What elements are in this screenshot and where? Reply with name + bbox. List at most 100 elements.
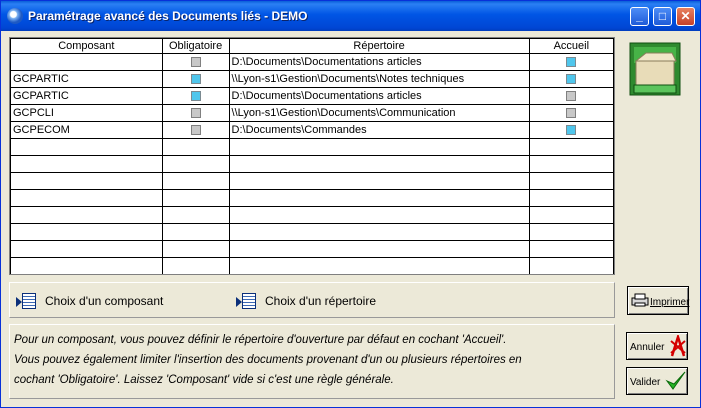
obligatoire-checkbox[interactable] <box>190 57 201 68</box>
choice-buttons-panel: Choix d'un composant Choix d'un répertoi… <box>9 282 615 318</box>
accueil-checkbox[interactable] <box>566 74 577 85</box>
choose-component-button[interactable]: Choix d'un composant <box>16 292 163 310</box>
composant-cell[interactable] <box>10 155 163 173</box>
repertoire-cell[interactable] <box>228 206 530 224</box>
obligatoire-cell[interactable] <box>161 104 230 122</box>
window-title: Paramétrage avancé des Documents liés - … <box>28 9 308 23</box>
table-row[interactable]: GCPECOM D:\Documents\Commandes <box>10 121 614 139</box>
repertoire-cell[interactable]: D:\Documents\Documentations articles <box>228 53 530 71</box>
composant-cell[interactable] <box>10 189 163 207</box>
obligatoire-cell[interactable] <box>161 70 230 88</box>
table-row[interactable]: D:\Documents\Documentations articles <box>10 53 614 71</box>
title-bar[interactable]: Paramétrage avancé des Documents liés - … <box>1 1 700 31</box>
repertoire-cell[interactable] <box>228 240 530 258</box>
table-row[interactable]: GCPARTIC D:\Documents\Documentations arti… <box>10 87 614 105</box>
file-cabinet-icon <box>629 42 681 96</box>
accueil-cell[interactable] <box>528 87 614 105</box>
cancel-label: Annuler <box>630 342 665 353</box>
obligatoire-cell[interactable] <box>161 257 230 274</box>
composant-cell[interactable] <box>10 53 163 71</box>
empty-table-row[interactable] <box>10 172 614 190</box>
table-row[interactable]: GCPARTIC \\Lyon-s1\Gestion\Documents\Note… <box>10 70 614 88</box>
repertoire-cell[interactable] <box>228 189 530 207</box>
maximize-button[interactable]: □ <box>653 7 672 26</box>
accueil-checkbox[interactable] <box>566 91 577 102</box>
app-icon <box>7 8 23 24</box>
accueil-cell[interactable] <box>528 138 614 156</box>
obligatoire-cell[interactable] <box>161 240 230 258</box>
close-button[interactable]: ✕ <box>676 7 695 26</box>
empty-table-row[interactable] <box>10 240 614 258</box>
obligatoire-cell[interactable] <box>161 223 230 241</box>
composant-cell[interactable]: GCPARTIC <box>10 70 163 88</box>
accueil-cell[interactable] <box>528 189 614 207</box>
accueil-cell[interactable] <box>528 70 614 88</box>
empty-table-row[interactable] <box>10 138 614 156</box>
composant-cell[interactable]: GCPECOM <box>10 121 163 139</box>
accueil-checkbox[interactable] <box>566 108 577 119</box>
obligatoire-checkbox[interactable] <box>190 91 201 102</box>
accueil-cell[interactable] <box>528 257 614 274</box>
empty-table-row[interactable] <box>10 189 614 207</box>
accueil-checkbox[interactable] <box>566 57 577 68</box>
repertoire-cell[interactable] <box>228 257 530 274</box>
obligatoire-checkbox[interactable] <box>190 125 201 136</box>
composant-cell[interactable]: GCPARTIC <box>10 87 163 105</box>
composant-cell[interactable]: GCPCLI <box>10 104 163 122</box>
print-button[interactable]: Imprimer <box>627 286 689 315</box>
info-line-1: Pour un composant, vous pouvez définir l… <box>14 334 507 346</box>
composant-cell[interactable] <box>10 172 163 190</box>
obligatoire-checkbox[interactable] <box>190 108 201 119</box>
obligatoire-checkbox[interactable] <box>190 74 201 85</box>
choose-directory-button[interactable]: Choix d'un répertoire <box>236 292 376 310</box>
repertoire-cell[interactable]: D:\Documents\Commandes <box>228 121 530 139</box>
print-label: Imprimer <box>650 297 690 308</box>
documents-grid[interactable]: Composant Obligatoire Répertoire Accueil… <box>9 37 615 275</box>
empty-table-row[interactable] <box>10 155 614 173</box>
minimize-button[interactable]: _ <box>630 7 649 26</box>
header-composant[interactable]: Composant <box>10 38 163 54</box>
accueil-cell[interactable] <box>528 206 614 224</box>
accueil-cell[interactable] <box>528 104 614 122</box>
obligatoire-cell[interactable] <box>161 155 230 173</box>
repertoire-cell[interactable] <box>228 155 530 173</box>
obligatoire-cell[interactable] <box>161 189 230 207</box>
accueil-cell[interactable] <box>528 172 614 190</box>
composant-cell[interactable] <box>10 240 163 258</box>
composant-cell[interactable] <box>10 206 163 224</box>
accueil-cell[interactable] <box>528 223 614 241</box>
table-row[interactable]: GCPCLI \\Lyon-s1\Gestion\Documents\Commun… <box>10 104 614 122</box>
info-line-3: cochant 'Obligatoire'. Laissez 'Composan… <box>14 374 394 386</box>
repertoire-cell[interactable]: D:\Documents\Documentations articles <box>228 87 530 105</box>
repertoire-cell[interactable]: \\Lyon-s1\Gestion\Documents\Notes techni… <box>228 70 530 88</box>
cancel-icon <box>670 332 686 357</box>
repertoire-cell[interactable] <box>228 223 530 241</box>
header-repertoire[interactable]: Répertoire <box>228 38 530 54</box>
accueil-cell[interactable] <box>528 53 614 71</box>
composant-cell[interactable] <box>10 138 163 156</box>
validate-button[interactable]: Valider <box>626 367 688 395</box>
obligatoire-cell[interactable] <box>161 172 230 190</box>
obligatoire-cell[interactable] <box>161 53 230 71</box>
header-obligatoire[interactable]: Obligatoire <box>161 38 230 54</box>
documents-table: Composant Obligatoire Répertoire Accueil… <box>10 38 614 274</box>
cancel-button[interactable]: Annuler <box>626 332 688 360</box>
accueil-cell[interactable] <box>528 155 614 173</box>
composant-cell[interactable] <box>10 257 163 274</box>
accueil-cell[interactable] <box>528 240 614 258</box>
empty-table-row[interactable] <box>10 223 614 241</box>
header-accueil[interactable]: Accueil <box>528 38 614 54</box>
empty-table-row[interactable] <box>10 206 614 224</box>
obligatoire-cell[interactable] <box>161 121 230 139</box>
obligatoire-cell[interactable] <box>161 206 230 224</box>
repertoire-cell[interactable]: \\Lyon-s1\Gestion\Documents\Communicatio… <box>228 104 530 122</box>
empty-table-row[interactable] <box>10 257 614 274</box>
validate-label: Valider <box>630 377 661 388</box>
repertoire-cell[interactable] <box>228 172 530 190</box>
obligatoire-cell[interactable] <box>161 138 230 156</box>
repertoire-cell[interactable] <box>228 138 530 156</box>
accueil-checkbox[interactable] <box>566 125 577 136</box>
accueil-cell[interactable] <box>528 121 614 139</box>
obligatoire-cell[interactable] <box>161 87 230 105</box>
composant-cell[interactable] <box>10 223 163 241</box>
